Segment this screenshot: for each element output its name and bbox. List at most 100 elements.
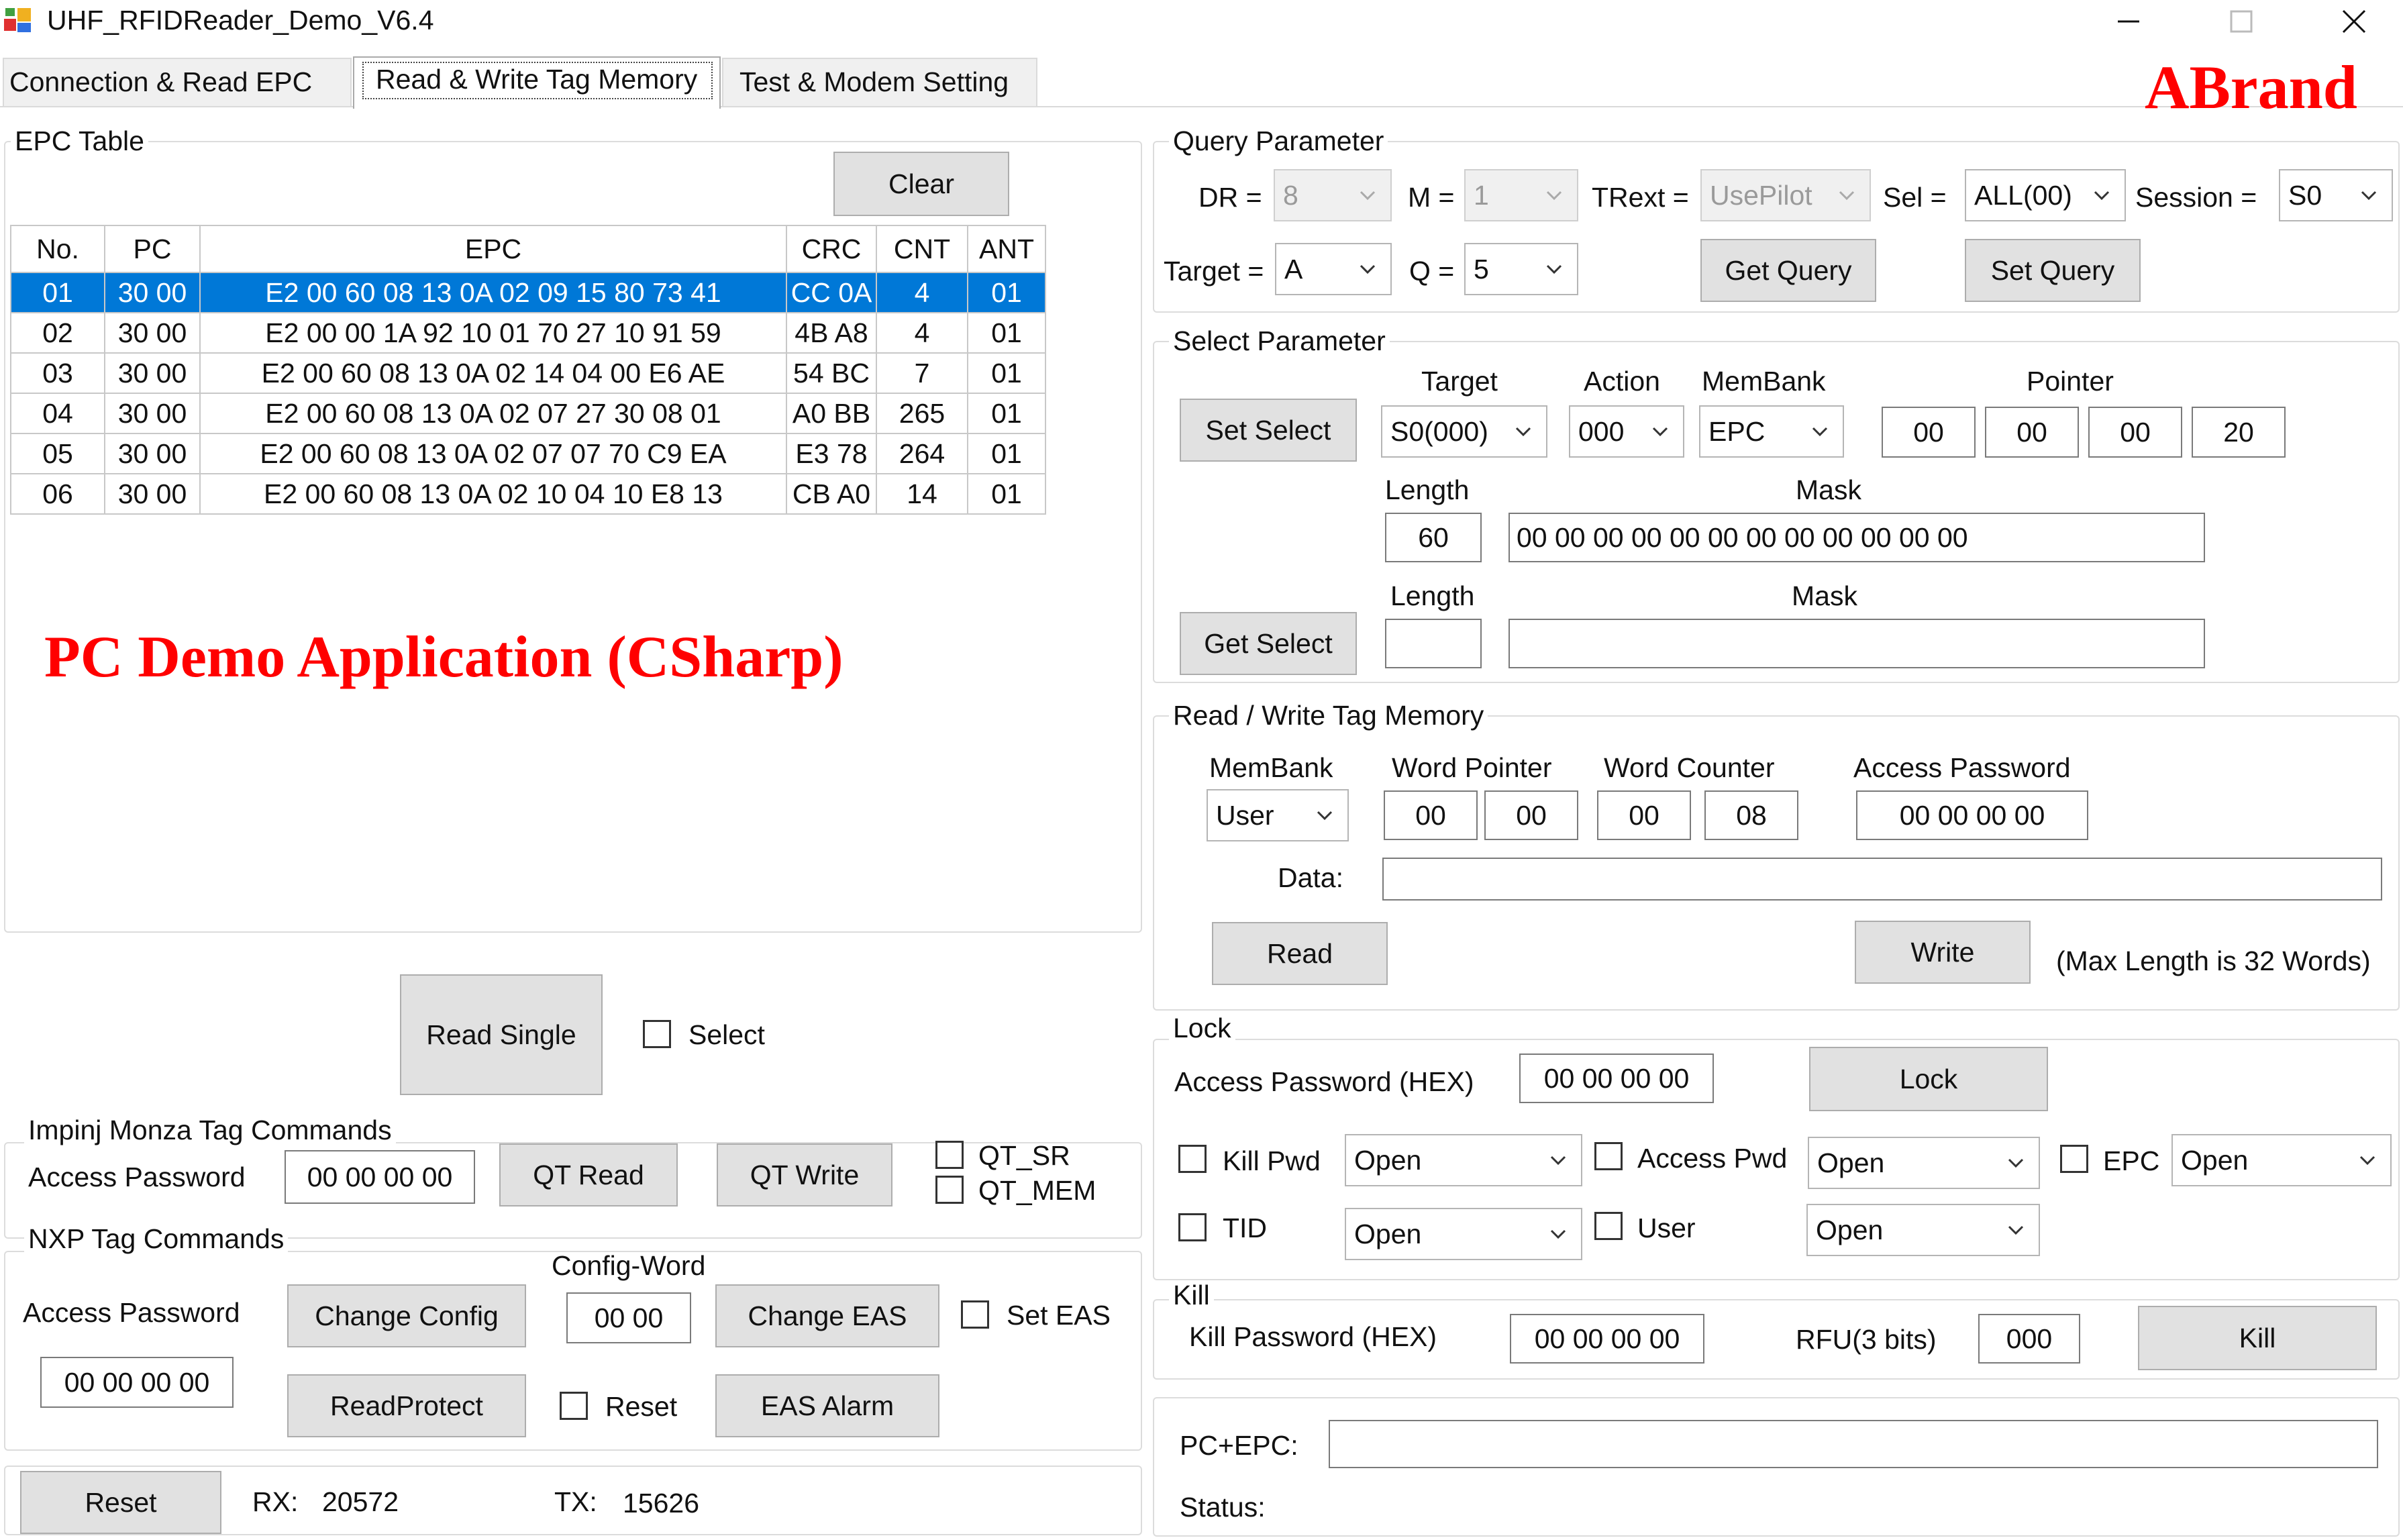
qt-read-button[interactable]: QT Read bbox=[499, 1143, 678, 1207]
epc-table[interactable]: No. PC EPC CRC CNT ANT 01 30 00 E2 00 60… bbox=[10, 225, 1046, 515]
cell-epc: E2 00 00 1A 92 10 01 70 27 10 91 59 bbox=[199, 312, 787, 354]
max-length-note: (Max Length is 32 Words) bbox=[2056, 945, 2371, 976]
query-title: Query Parameter bbox=[1169, 127, 1388, 155]
write-button[interactable]: Write bbox=[1855, 921, 2031, 984]
header-ant[interactable]: ANT bbox=[967, 225, 1046, 273]
pointer-input-1[interactable]: 00 bbox=[1882, 407, 1976, 458]
table-row[interactable]: 04 30 00 E2 00 60 08 13 0A 02 07 27 30 0… bbox=[10, 393, 1046, 434]
pointer-input-3[interactable]: 00 bbox=[2088, 407, 2182, 458]
cell-crc: A0 BB bbox=[786, 393, 877, 434]
header-epc[interactable]: EPC bbox=[199, 225, 787, 273]
trext-value: UsePilot bbox=[1710, 179, 1812, 211]
session-select[interactable]: S0 bbox=[2279, 169, 2393, 221]
sel-select[interactable]: ALL(00) bbox=[1965, 169, 2126, 221]
word-pointer-input-2[interactable]: 00 bbox=[1484, 790, 1578, 840]
header-pc[interactable]: PC bbox=[104, 225, 201, 273]
cell-pc: 30 00 bbox=[104, 352, 201, 394]
change-eas-button[interactable]: Change EAS bbox=[715, 1284, 939, 1347]
get-select-button[interactable]: Get Select bbox=[1180, 612, 1357, 675]
data-input[interactable] bbox=[1382, 858, 2382, 901]
brand-label: ABrand bbox=[2145, 53, 2357, 121]
cell-cnt: 14 bbox=[876, 473, 968, 515]
table-row[interactable]: 02 30 00 E2 00 00 1A 92 10 01 70 27 10 9… bbox=[10, 312, 1046, 354]
config-word-input[interactable]: 00 00 bbox=[566, 1292, 691, 1343]
epc-lock-label: EPC bbox=[2103, 1145, 2160, 1176]
length-input[interactable]: 60 bbox=[1385, 513, 1482, 562]
qt-mem-label: QT_MEM bbox=[978, 1175, 1096, 1206]
mask-label-2: Mask bbox=[1792, 580, 1857, 611]
cell-ant: 01 bbox=[967, 312, 1046, 354]
header-cnt[interactable]: CNT bbox=[876, 225, 968, 273]
kill-pwd-select[interactable]: Open bbox=[1345, 1134, 1582, 1186]
user-checkbox[interactable] bbox=[1594, 1212, 1623, 1240]
kill-title: Kill bbox=[1169, 1282, 1214, 1309]
pointer-input-4[interactable]: 20 bbox=[2192, 407, 2286, 458]
select-target-select[interactable]: S0(000) bbox=[1381, 405, 1547, 458]
q-value: 5 bbox=[1474, 253, 1489, 285]
table-row[interactable]: 06 30 00 E2 00 60 08 13 0A 02 10 04 10 E… bbox=[10, 473, 1046, 515]
reset-button[interactable]: Reset bbox=[20, 1471, 221, 1534]
maximize-icon[interactable] bbox=[2227, 7, 2256, 36]
clear-button[interactable]: Clear bbox=[833, 152, 1009, 216]
eas-alarm-button[interactable]: EAS Alarm bbox=[715, 1374, 939, 1437]
kill-pwd-input[interactable]: 00 00 00 00 bbox=[1510, 1314, 1704, 1364]
word-counter-input-2[interactable]: 08 bbox=[1704, 790, 1798, 840]
qt-sr-label: QT_SR bbox=[978, 1140, 1070, 1171]
read-single-button[interactable]: Read Single bbox=[400, 974, 603, 1095]
select-action-select[interactable]: 000 bbox=[1569, 405, 1684, 458]
close-icon[interactable] bbox=[2339, 7, 2369, 36]
rw-membank-select[interactable]: User bbox=[1207, 789, 1349, 841]
header-crc[interactable]: CRC bbox=[786, 225, 877, 273]
kill-pwd-checkbox[interactable] bbox=[1178, 1145, 1207, 1173]
qt-write-button[interactable]: QT Write bbox=[717, 1143, 892, 1207]
tid-checkbox[interactable] bbox=[1178, 1213, 1207, 1241]
epc-lock-select[interactable]: Open bbox=[2171, 1134, 2392, 1186]
set-eas-checkbox[interactable] bbox=[961, 1300, 989, 1329]
read-button[interactable]: Read bbox=[1212, 922, 1388, 985]
table-row[interactable]: 03 30 00 E2 00 60 08 13 0A 02 14 04 00 E… bbox=[10, 352, 1046, 394]
rfu-input[interactable]: 000 bbox=[1978, 1314, 2080, 1364]
qt-mem-checkbox[interactable] bbox=[935, 1176, 964, 1204]
word-counter-input-1[interactable]: 00 bbox=[1597, 790, 1691, 840]
pointer-input-2[interactable]: 00 bbox=[1985, 407, 2079, 458]
rx-label: RX: bbox=[252, 1486, 299, 1517]
m-select[interactable]: 1 bbox=[1464, 169, 1578, 221]
set-select-button[interactable]: Set Select bbox=[1180, 399, 1357, 462]
nxp-access-input[interactable]: 00 00 00 00 bbox=[40, 1357, 234, 1408]
select-pointer-label: Pointer bbox=[2027, 366, 2114, 397]
user-select[interactable]: Open bbox=[1806, 1204, 2040, 1256]
reset-checkbox[interactable] bbox=[560, 1392, 588, 1420]
dr-select[interactable]: 8 bbox=[1274, 169, 1392, 221]
read-protect-button[interactable]: ReadProtect bbox=[287, 1374, 526, 1437]
table-row[interactable]: 05 30 00 E2 00 60 08 13 0A 02 07 07 70 C… bbox=[10, 433, 1046, 474]
header-no[interactable]: No. bbox=[10, 225, 105, 273]
word-pointer-input-1[interactable]: 00 bbox=[1384, 790, 1478, 840]
access-pwd-checkbox[interactable] bbox=[1594, 1142, 1623, 1170]
trext-select[interactable]: UsePilot bbox=[1700, 169, 1871, 221]
epc-table-header: No. PC EPC CRC CNT ANT bbox=[10, 225, 1046, 273]
mask-input-2[interactable] bbox=[1509, 619, 2205, 668]
q-select[interactable]: 5 bbox=[1464, 243, 1578, 295]
length-input-2[interactable] bbox=[1385, 619, 1482, 668]
tid-select[interactable]: Open bbox=[1345, 1208, 1582, 1260]
table-row[interactable]: 01 30 00 E2 00 60 08 13 0A 02 09 15 80 7… bbox=[10, 272, 1046, 313]
access-pwd-select[interactable]: Open bbox=[1808, 1137, 2040, 1189]
select-membank-select[interactable]: EPC bbox=[1699, 405, 1844, 458]
length-label-2: Length bbox=[1390, 580, 1475, 611]
set-query-button[interactable]: Set Query bbox=[1965, 239, 2141, 302]
cell-cnt: 7 bbox=[876, 352, 968, 394]
kill-button[interactable]: Kill bbox=[2138, 1306, 2377, 1370]
impinj-access-input[interactable]: 00 00 00 00 bbox=[285, 1150, 475, 1204]
rfu-label: RFU(3 bits) bbox=[1796, 1324, 1937, 1355]
lock-access-input[interactable]: 00 00 00 00 bbox=[1519, 1054, 1714, 1103]
qt-sr-checkbox[interactable] bbox=[935, 1141, 964, 1169]
get-query-button[interactable]: Get Query bbox=[1700, 239, 1876, 302]
target-select[interactable]: A bbox=[1275, 243, 1392, 295]
select-checkbox[interactable] bbox=[643, 1020, 671, 1048]
lock-button[interactable]: Lock bbox=[1809, 1047, 2048, 1111]
mask-input[interactable]: 00 00 00 00 00 00 00 00 00 00 00 00 bbox=[1509, 513, 2205, 562]
epc-lock-checkbox[interactable] bbox=[2060, 1145, 2088, 1173]
rw-access-input[interactable]: 00 00 00 00 bbox=[1856, 790, 2088, 840]
minimize-icon[interactable] bbox=[2114, 7, 2143, 36]
change-config-button[interactable]: Change Config bbox=[287, 1284, 526, 1347]
